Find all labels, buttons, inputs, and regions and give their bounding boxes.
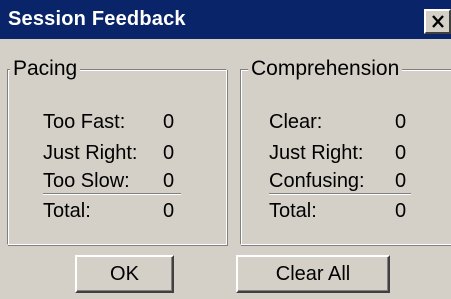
session-feedback-dialog: Session Feedback Pacing Too Fast: 0 Just…	[0, 0, 451, 299]
comprehension-total-label: Total:	[269, 200, 317, 222]
window-title: Session Feedback	[8, 8, 186, 30]
too-slow-label: Too Slow:	[43, 170, 130, 192]
pacing-just-right-value: 0	[163, 142, 175, 164]
pacing-just-right-label: Just Right:	[43, 142, 138, 164]
pacing-separator	[43, 193, 181, 195]
close-x-icon	[432, 15, 444, 28]
confusing-value: 0	[395, 170, 407, 192]
clear-value: 0	[395, 111, 407, 133]
comprehension-just-right-label: Just Right:	[269, 142, 364, 164]
comprehension-separator	[269, 193, 411, 195]
too-slow-value: 0	[163, 170, 175, 192]
too-fast-label: Too Fast:	[43, 111, 126, 133]
clear-label: Clear:	[269, 111, 323, 133]
confusing-label: Confusing:	[269, 170, 365, 192]
too-fast-value: 0	[163, 111, 175, 133]
clear-all-button[interactable]: Clear All	[236, 255, 390, 293]
comprehension-total-value: 0	[395, 200, 407, 222]
ok-button[interactable]: OK	[75, 255, 174, 293]
pacing-legend: Pacing	[10, 55, 81, 83]
comprehension-just-right-value: 0	[395, 142, 407, 164]
title-bar[interactable]: Session Feedback	[0, 0, 451, 39]
close-button[interactable]	[424, 9, 451, 34]
pacing-total-value: 0	[163, 200, 175, 222]
pacing-total-label: Total:	[43, 200, 91, 222]
comprehension-legend: Comprehension	[248, 55, 403, 83]
